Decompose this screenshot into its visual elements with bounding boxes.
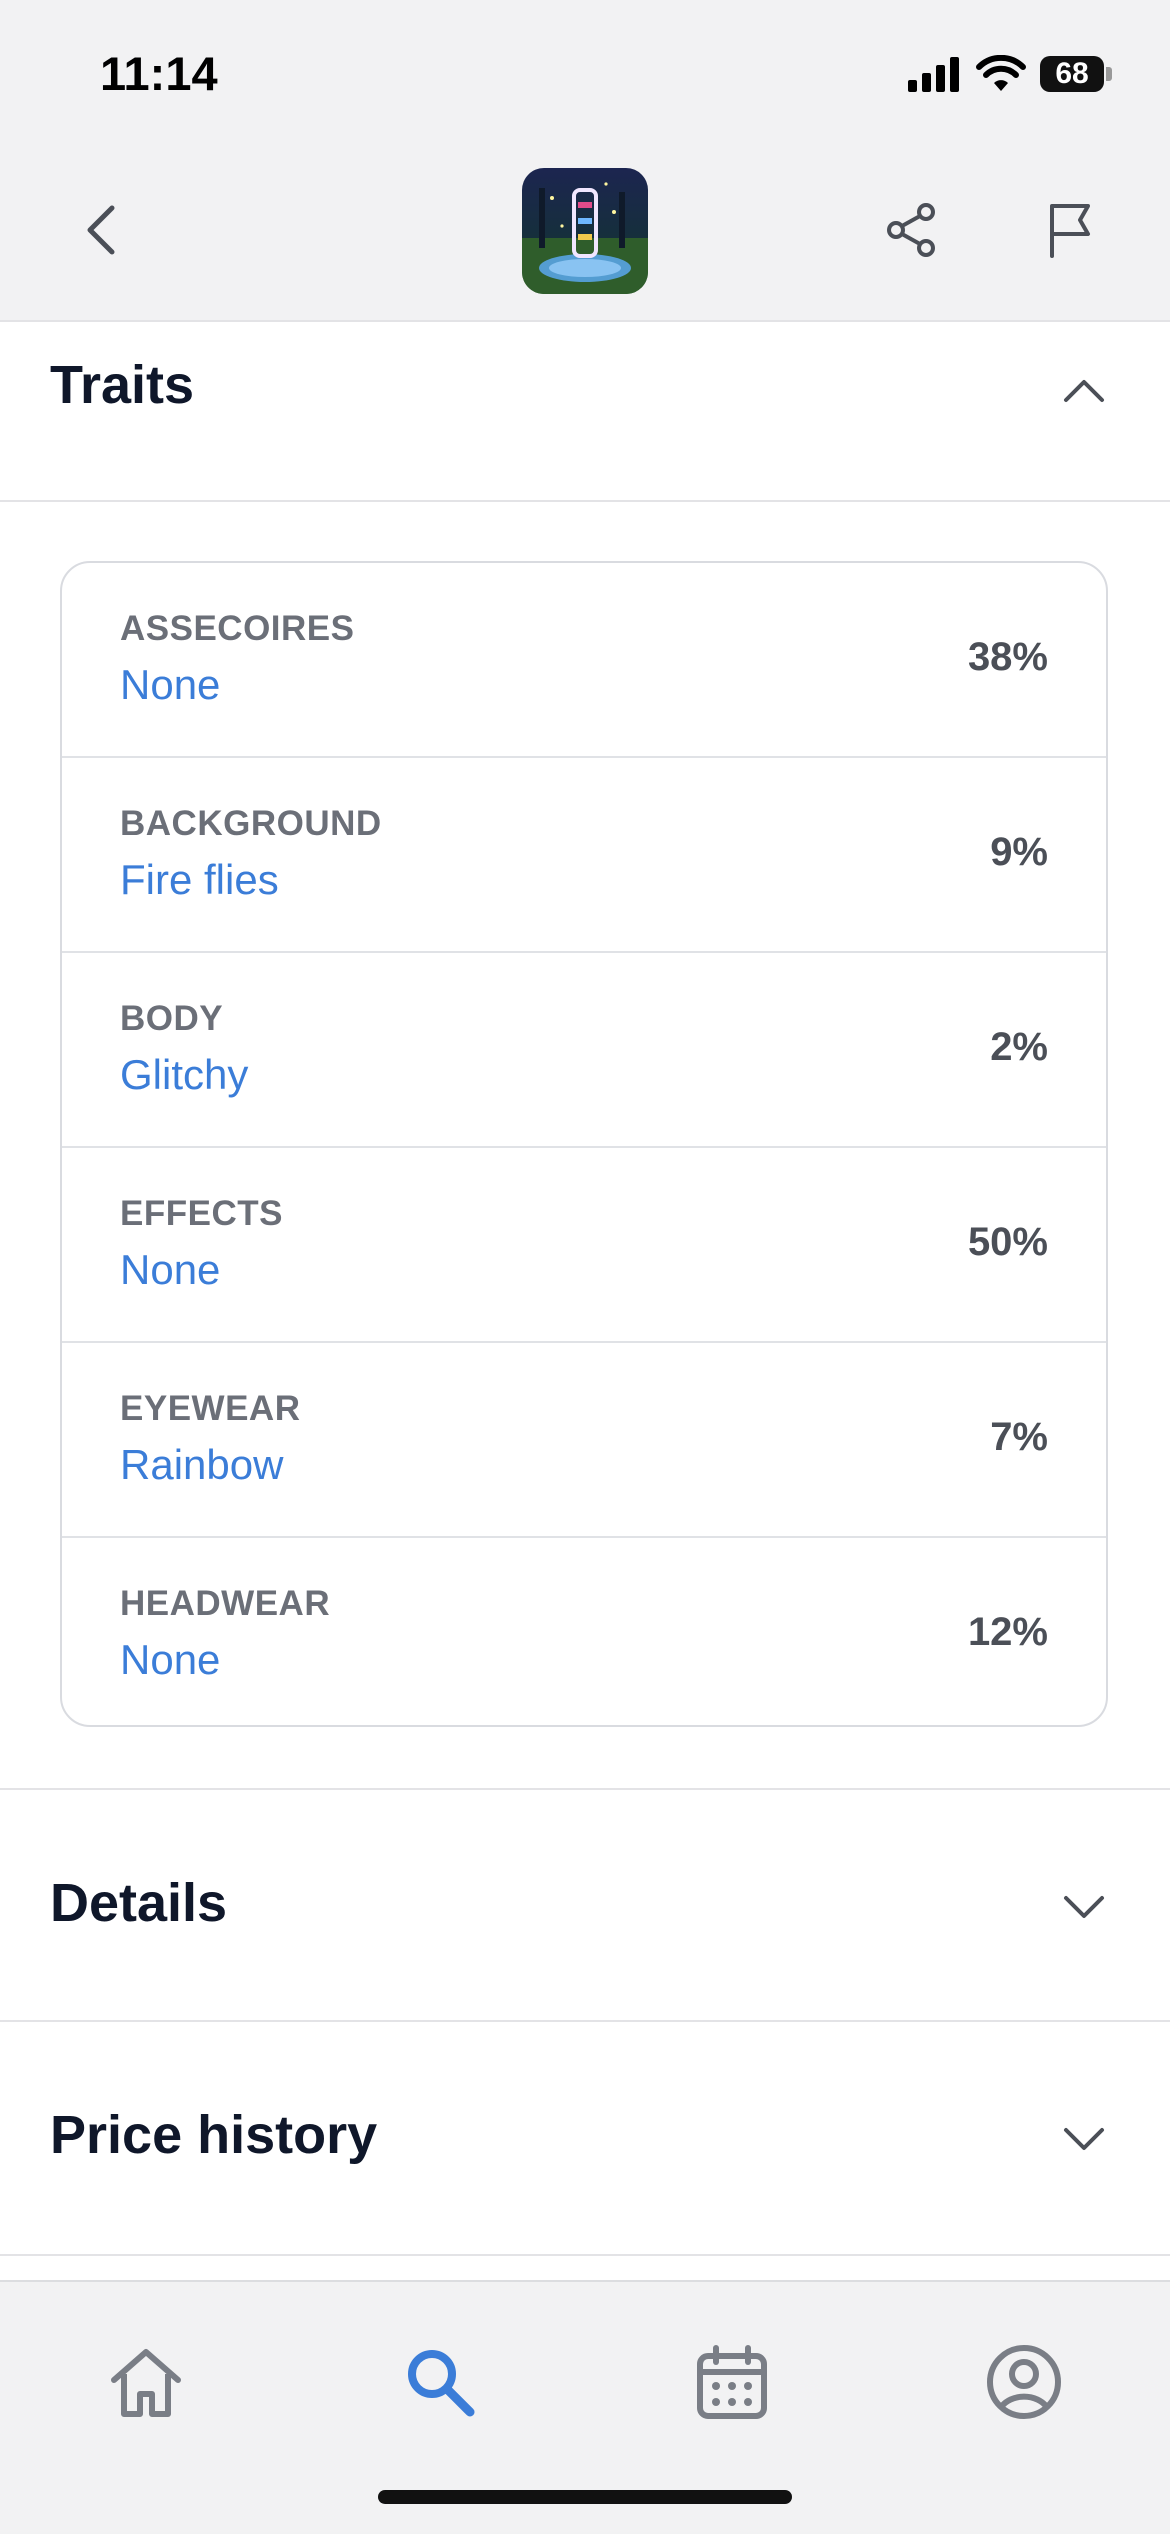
trait-name: ASSECOIRES — [120, 609, 355, 648]
trait-value[interactable]: Glitchy — [120, 1051, 248, 1099]
trait-row[interactable]: EYEWEAR Rainbow 7% — [62, 1343, 1106, 1538]
nft-thumbnail[interactable] — [522, 168, 648, 294]
trait-value[interactable]: None — [120, 1246, 220, 1294]
trait-row[interactable]: HEADWEAR None 12% — [62, 1538, 1106, 1725]
status-icons: 68 — [908, 52, 1112, 96]
traits-section-header[interactable]: Traits — [0, 322, 1170, 502]
trait-value[interactable]: None — [120, 661, 220, 709]
nft-thumbnail-art — [522, 168, 648, 294]
details-section-header[interactable]: Details — [0, 1790, 1170, 2022]
battery-tip — [1106, 67, 1112, 81]
traits-title: Traits — [50, 355, 195, 415]
battery-level: 68 — [1040, 56, 1104, 92]
trait-name: EYEWEAR — [120, 1389, 301, 1428]
trait-row[interactable]: ASSECOIRES None 38% — [62, 563, 1106, 758]
trait-row[interactable]: BACKGROUND Fire flies 9% — [62, 758, 1106, 953]
trait-row[interactable]: BODY Glitchy 2% — [62, 953, 1106, 1148]
calendar-icon[interactable] — [690, 2340, 774, 2424]
chevron-up-icon[interactable] — [1060, 366, 1108, 414]
trait-row[interactable]: EFFECTS None 50% — [62, 1148, 1106, 1343]
flag-icon[interactable] — [1038, 198, 1102, 262]
home-icon[interactable] — [104, 2340, 188, 2424]
price-history-title: Price history — [50, 2105, 378, 2165]
trait-percent: 2% — [990, 1025, 1048, 1069]
status-bar: 11:14 68 — [0, 0, 1170, 150]
wifi-icon — [976, 55, 1026, 91]
chevron-down-icon[interactable] — [1060, 2114, 1108, 2162]
back-chevron-icon[interactable] — [72, 200, 132, 260]
trait-name: BACKGROUND — [120, 804, 382, 843]
trait-name: EFFECTS — [120, 1194, 283, 1233]
details-title: Details — [50, 1873, 228, 1933]
share-icon[interactable] — [880, 198, 944, 262]
trait-percent: 38% — [967, 635, 1048, 679]
signal-icon — [908, 57, 959, 92]
traits-card: ASSECOIRES None 38% BACKGROUND Fire flie… — [60, 561, 1108, 1727]
trait-value[interactable]: Fire flies — [120, 856, 279, 904]
trait-percent: 12% — [967, 1610, 1048, 1654]
home-indicator — [378, 2490, 792, 2504]
status-time: 11:14 — [100, 47, 218, 100]
trait-value[interactable]: None — [120, 1636, 220, 1684]
chevron-down-icon[interactable] — [1060, 1882, 1108, 1930]
trait-percent: 7% — [990, 1415, 1048, 1459]
nav-bar — [0, 150, 1170, 322]
trait-percent: 9% — [990, 830, 1048, 874]
battery-icon: 68 — [1040, 56, 1112, 92]
trait-name: BODY — [120, 999, 224, 1038]
trait-name: HEADWEAR — [120, 1584, 331, 1623]
trait-percent: 50% — [967, 1220, 1048, 1264]
search-icon[interactable] — [398, 2340, 482, 2424]
price-history-section-header[interactable]: Price history — [0, 2022, 1170, 2256]
profile-icon[interactable] — [982, 2340, 1066, 2424]
trait-value[interactable]: Rainbow — [120, 1441, 283, 1489]
